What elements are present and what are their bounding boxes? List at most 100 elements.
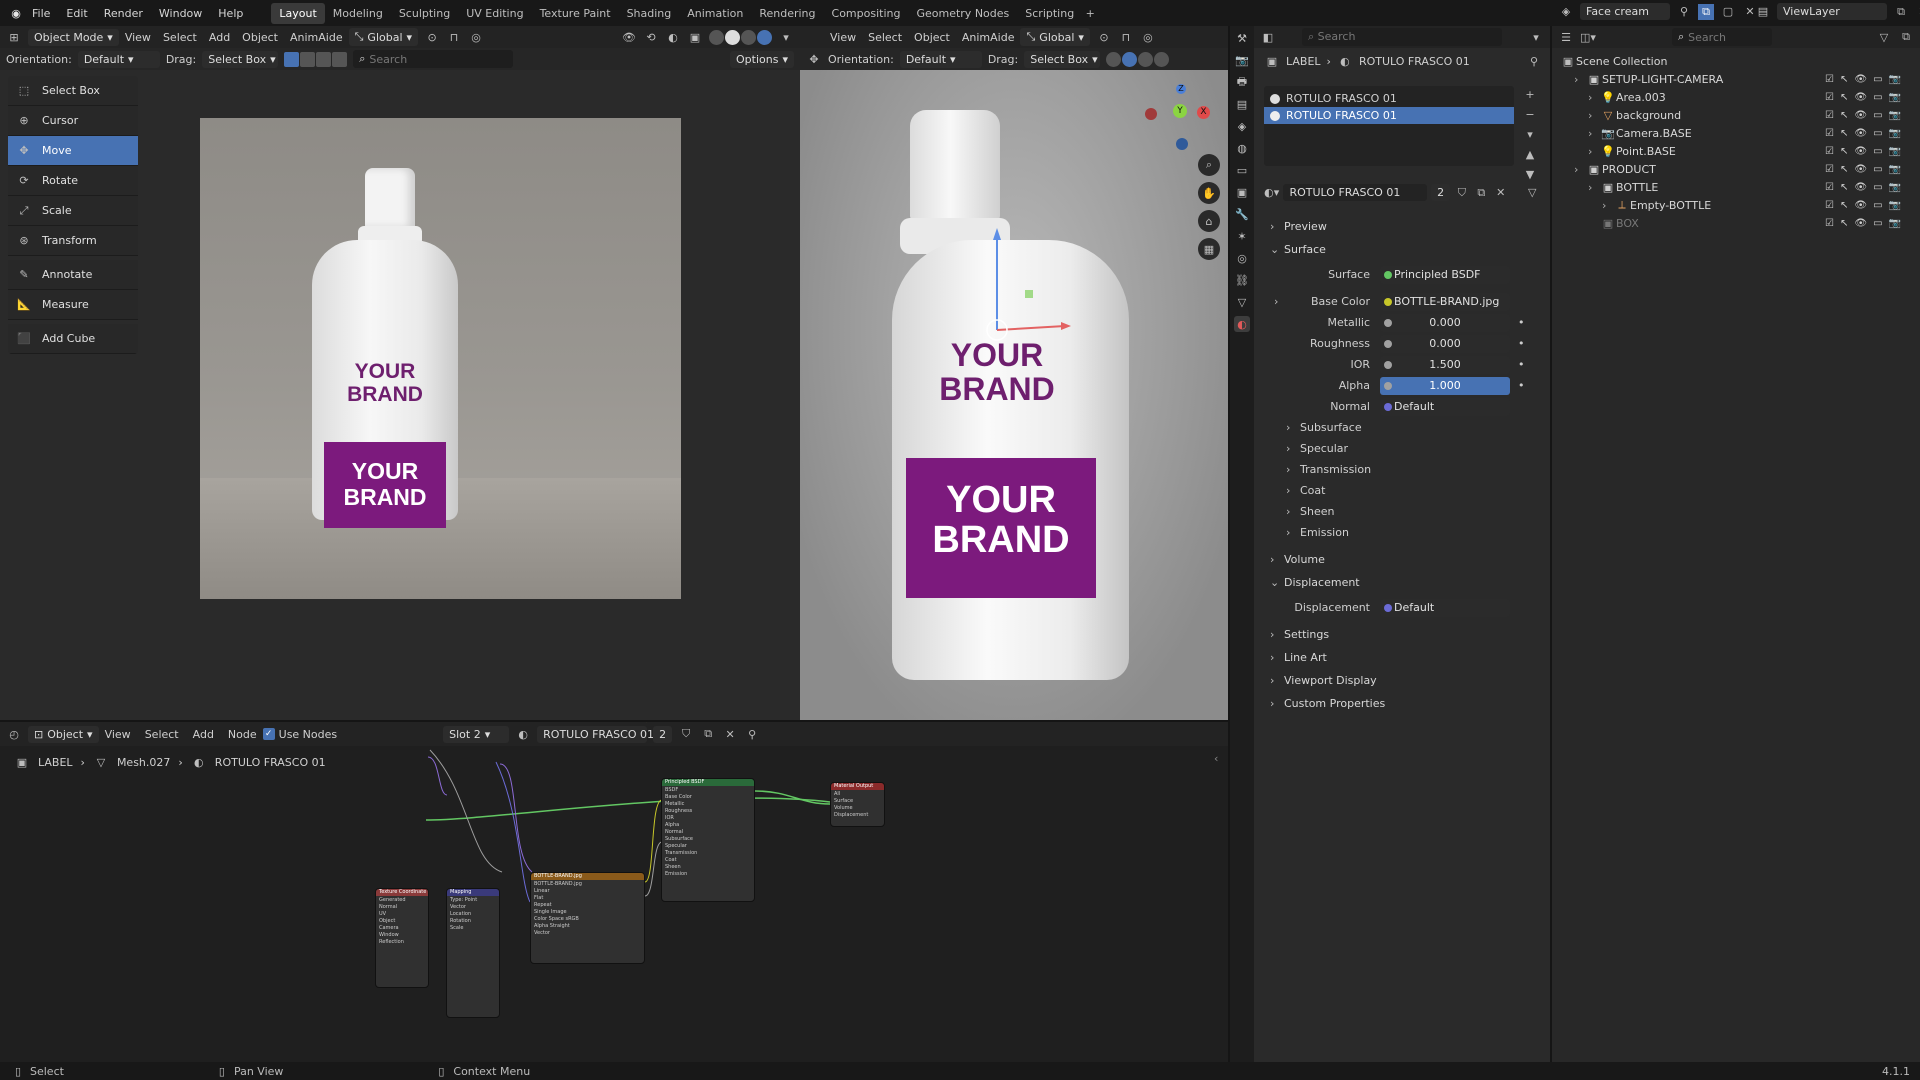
- tool-cursor[interactable]: ⊕ Cursor: [8, 106, 138, 136]
- left-search-input[interactable]: ⌕ Search: [353, 50, 514, 68]
- right-shading-modes[interactable]: [1106, 51, 1170, 67]
- exclude-checkbox-icon[interactable]: ☑: [1825, 92, 1834, 103]
- left_view-menu-add[interactable]: Add: [209, 31, 230, 44]
- remove-slot-icon[interactable]: −: [1522, 106, 1538, 122]
- eye-icon[interactable]: 👁: [1854, 110, 1867, 121]
- exclude-checkbox-icon[interactable]: ☑: [1825, 200, 1834, 211]
- pivot-icon[interactable]: ⊙: [424, 29, 440, 45]
- tab-material-icon[interactable]: ◐: [1234, 316, 1250, 332]
- left_view-menu-animaide[interactable]: AnimAide: [290, 31, 343, 44]
- surface-section[interactable]: ⌄ Surface: [1264, 239, 1540, 260]
- select-mode-icons[interactable]: [284, 51, 348, 67]
- pin-icon[interactable]: ⚲: [1676, 4, 1692, 20]
- xray-icon[interactable]: ▣: [687, 29, 703, 45]
- outliner-item-background[interactable]: › ▽ background ☑ ↖ 👁 ▭ 📷: [1560, 106, 1920, 124]
- navigation-gizmo[interactable]: Y Z X: [1145, 80, 1215, 160]
- right_view-menu-object[interactable]: Object: [914, 31, 950, 44]
- select-arrow-icon[interactable]: ↖: [1840, 164, 1848, 175]
- proportional-icon[interactable]: ◎: [468, 29, 484, 45]
- outliner-filter-icon[interactable]: ▽: [1876, 29, 1892, 45]
- keyframe-dot-icon[interactable]: •: [1518, 337, 1525, 350]
- left_view-menu-object[interactable]: Object: [242, 31, 278, 44]
- outliner[interactable]: ☰ ◫▾ ⌕ Search ▽ ⧉ ▣ Scene Collection › ▣ SE…: [1550, 26, 1920, 1062]
- render-camera-icon[interactable]: 📷: [1889, 146, 1901, 157]
- grid-toggle-icon[interactable]: ▦: [1198, 238, 1220, 260]
- tab-constraints-icon[interactable]: ⛓: [1234, 272, 1250, 288]
- blender-logo-icon[interactable]: ◉: [8, 5, 24, 21]
- select-arrow-icon[interactable]: ↖: [1840, 128, 1848, 139]
- nav-neg-x[interactable]: [1145, 108, 1157, 120]
- exclude-checkbox-icon[interactable]: ☑: [1825, 146, 1834, 157]
- node-header[interactable]: BOTTLE-BRAND.jpg: [531, 873, 644, 880]
- section-custom-properties[interactable]: › Custom Properties: [1264, 693, 1540, 714]
- subsection-subsurface[interactable]: › Subsurface: [1264, 417, 1540, 438]
- workspace-tab-compositing[interactable]: Compositing: [824, 3, 909, 24]
- expand-chevron-icon[interactable]: ›: [1588, 181, 1600, 194]
- displacement-section[interactable]: ⌄ Displacement: [1264, 572, 1540, 593]
- nav-y-axis[interactable]: Y: [1173, 104, 1187, 118]
- tab-physics-icon[interactable]: ◎: [1234, 250, 1250, 266]
- tool-annotate[interactable]: ✎ Annotate: [8, 260, 138, 290]
- right-viewport[interactable]: View Select Object AnimAide ⤡ Global ▾ ⊙ ⊓ …: [800, 26, 1228, 720]
- eye-icon[interactable]: 👁: [1854, 200, 1867, 211]
- move-gizmo[interactable]: [965, 220, 1075, 360]
- add-workspace-icon[interactable]: +: [1082, 5, 1098, 21]
- move-slot-up-icon[interactable]: ▲: [1522, 146, 1538, 162]
- right-snap-icon[interactable]: ⊓: [1118, 29, 1134, 45]
- menu-file[interactable]: File: [24, 7, 58, 20]
- workspace-tab-texture-paint[interactable]: Texture Paint: [532, 3, 619, 24]
- add-slot-icon[interactable]: +: [1522, 86, 1538, 102]
- viewport-icon[interactable]: ▭: [1873, 200, 1882, 211]
- gizmo-plane-handle[interactable]: [1025, 290, 1033, 298]
- tool-measure[interactable]: 📐 Measure: [8, 290, 138, 320]
- section-line-art[interactable]: › Line Art: [1264, 647, 1540, 668]
- menu-render[interactable]: Render: [96, 7, 151, 20]
- material-users[interactable]: 2: [1431, 184, 1451, 201]
- field-base-color[interactable]: BOTTLE-BRAND.jpg: [1380, 292, 1510, 311]
- displacement-field[interactable]: Default: [1380, 598, 1510, 617]
- section-settings[interactable]: › Settings: [1264, 624, 1540, 645]
- base-color-expand-icon[interactable]: ›: [1274, 295, 1278, 308]
- nav-x-axis[interactable]: X: [1197, 106, 1210, 119]
- tab-object-icon[interactable]: ▣: [1234, 184, 1250, 200]
- field-ior[interactable]: 1.500: [1380, 355, 1510, 374]
- gizmo-x-arrow[interactable]: [1061, 322, 1071, 330]
- exclude-checkbox-icon[interactable]: ☑: [1825, 218, 1834, 229]
- nav-neg-z[interactable]: [1176, 138, 1188, 150]
- workspace-tab-layout[interactable]: Layout: [271, 2, 325, 24]
- tab-world-icon[interactable]: ◍: [1234, 140, 1250, 156]
- field-normal[interactable]: Default: [1380, 397, 1510, 416]
- expand-chevron-icon[interactable]: ›: [1574, 73, 1586, 86]
- right_view-menu-view[interactable]: View: [830, 31, 856, 44]
- tab-scene-icon[interactable]: ◈: [1234, 118, 1250, 134]
- left-viewport[interactable]: ⊞ Object Mode ▾ View Select Add Object AnimA…: [0, 26, 800, 720]
- exclude-checkbox-icon[interactable]: ☑: [1825, 182, 1834, 193]
- menu-edit[interactable]: Edit: [58, 7, 95, 20]
- right-transform-dropdown[interactable]: ⤡ Global ▾: [1020, 28, 1090, 46]
- subsection-transmission[interactable]: › Transmission: [1264, 459, 1540, 480]
- new-view-layer-icon[interactable]: ⧉: [1893, 4, 1909, 20]
- eye-icon[interactable]: 👁: [1854, 128, 1867, 139]
- menu-window[interactable]: Window: [151, 7, 210, 20]
- workspace-tab-geometry-nodes[interactable]: Geometry Nodes: [908, 3, 1017, 24]
- node-header[interactable]: Material Output: [831, 783, 884, 790]
- pb-pin-icon[interactable]: ⚲: [1526, 53, 1542, 69]
- expand-chevron-icon[interactable]: ›: [1602, 199, 1614, 212]
- render-camera-icon[interactable]: 📷: [1889, 200, 1901, 211]
- viewport-icon[interactable]: ▭: [1873, 164, 1882, 175]
- eye-icon[interactable]: 👁: [1854, 92, 1867, 103]
- eye-icon[interactable]: 👁: [1854, 218, 1867, 229]
- render-camera-icon[interactable]: 📷: [1889, 182, 1901, 193]
- keyframe-dot-icon[interactable]: •: [1518, 358, 1525, 371]
- eye-icon[interactable]: 👁: [1854, 182, 1867, 193]
- right-proportional-icon[interactable]: ◎: [1140, 29, 1156, 45]
- workspace-tab-modeling[interactable]: Modeling: [325, 3, 391, 24]
- material-slot-2[interactable]: ROTULO FRASCO 01: [1264, 107, 1514, 124]
- node-bsdf[interactable]: Principled BSDF BSDF Base Color Metallic Rou…: [661, 778, 755, 902]
- outliner-item-camera-base[interactable]: › 📷 Camera.BASE ☑ ↖ 👁 ▭ 📷: [1560, 124, 1920, 142]
- right_view-menu-select[interactable]: Select: [868, 31, 902, 44]
- volume-section[interactable]: › Volume: [1264, 549, 1540, 570]
- left_view-menu-view[interactable]: View: [125, 31, 151, 44]
- tool-move[interactable]: ✥ Move: [8, 136, 138, 166]
- scene-name[interactable]: Face cream: [1580, 3, 1670, 20]
